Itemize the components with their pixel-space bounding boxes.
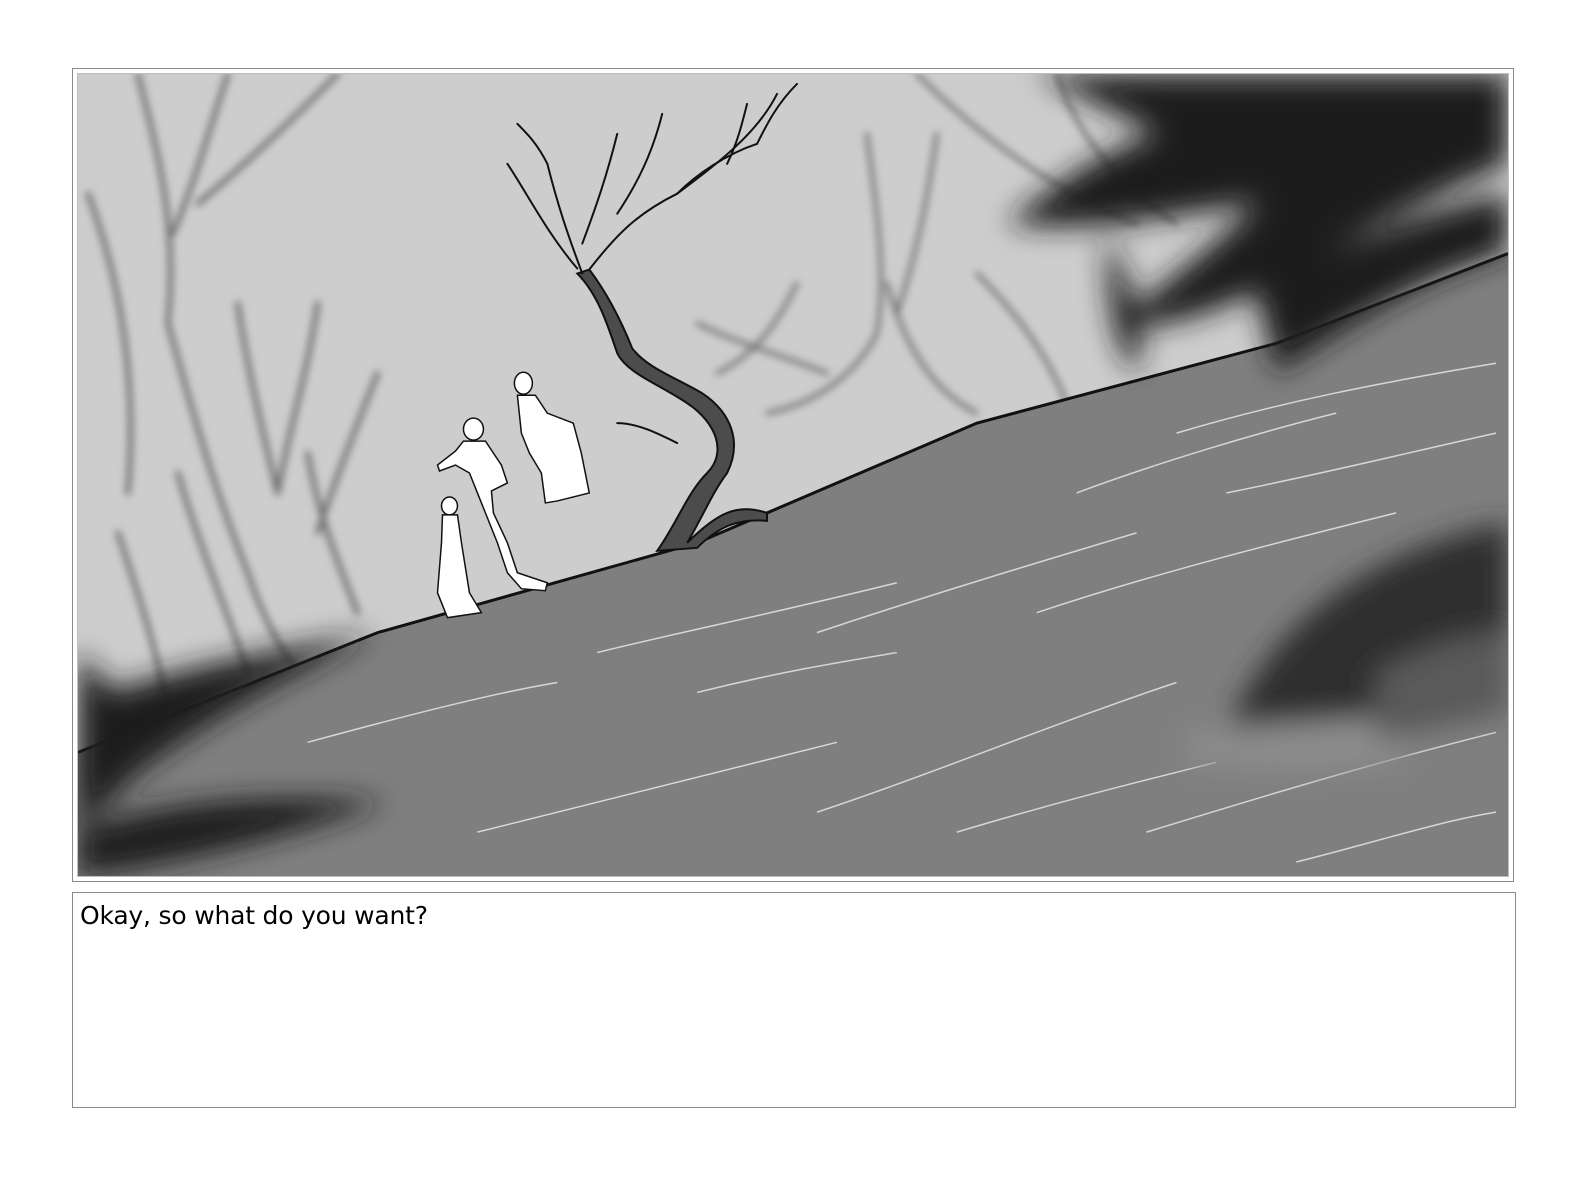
storyboard-sketch-icon (78, 74, 1508, 876)
storyboard-sketch-image (77, 73, 1509, 877)
caption-text: Okay, so what do you want? (80, 901, 428, 930)
caption-box: Okay, so what do you want? (72, 892, 1516, 1108)
storyboard-panel-frame (72, 68, 1514, 882)
